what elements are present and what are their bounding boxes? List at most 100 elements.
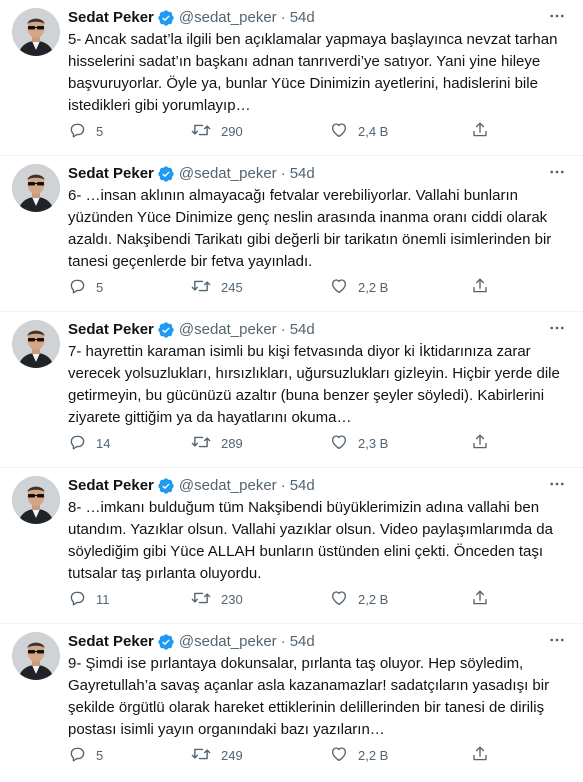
retweet-count: 289 <box>221 435 243 451</box>
tweet-text: 7- hayrettin karaman isimli bu kişi fetv… <box>68 343 560 426</box>
tweet-header: Sedat Peker @sedat_peker · 54d <box>68 8 315 28</box>
author-handle[interactable]: @sedat_peker <box>179 632 277 652</box>
timestamp[interactable]: 54d <box>290 632 315 652</box>
reply-icon <box>68 745 86 766</box>
retweet-button[interactable]: 249 <box>191 744 243 766</box>
reply-button[interactable]: 11 <box>68 588 110 610</box>
share-icon <box>471 433 489 454</box>
verified-badge-icon <box>157 477 175 495</box>
retweet-button[interactable]: 290 <box>191 120 243 142</box>
share-icon <box>471 277 489 298</box>
more-options-icon[interactable] <box>547 474 567 494</box>
timestamp[interactable]: 54d <box>290 164 315 184</box>
tweet-header: Sedat Peker @sedat_peker · 54d <box>68 632 315 652</box>
more-options-icon[interactable] <box>547 162 567 182</box>
like-button[interactable]: 2,4 B <box>330 120 388 142</box>
reply-icon <box>68 121 86 142</box>
tweet-header: Sedat Peker @sedat_peker · 54d <box>68 164 315 184</box>
share-icon <box>471 121 489 142</box>
tweet[interactable]: Sedat Peker @sedat_peker · 54d 6- …insan… <box>0 156 583 312</box>
separator-dot: · <box>280 477 286 494</box>
tweet-actions: 5 249 2,2 B <box>68 744 498 766</box>
tweet-feed: Sedat Peker @sedat_peker · 54d 5- Ancak … <box>0 0 583 780</box>
like-count: 2,2 B <box>358 279 389 295</box>
like-button[interactable]: 2,2 B <box>330 276 388 298</box>
like-icon <box>330 433 348 454</box>
separator-dot: · <box>280 321 286 338</box>
timestamp[interactable]: 54d <box>290 320 315 340</box>
like-icon <box>330 277 348 298</box>
verified-badge-icon <box>157 9 175 27</box>
tweet[interactable]: Sedat Peker @sedat_peker · 54d 7- hayret… <box>0 312 583 468</box>
avatar[interactable] <box>12 164 60 212</box>
verified-badge-icon <box>157 633 175 651</box>
author-handle[interactable]: @sedat_peker <box>179 476 277 496</box>
reply-count: 14 <box>96 435 111 451</box>
separator-dot: · <box>280 633 286 650</box>
like-count: 2,2 B <box>358 591 389 607</box>
tweet-actions: 5 245 2,2 B <box>68 276 498 298</box>
reply-button[interactable]: 5 <box>68 276 103 298</box>
tweet-actions: 11 230 2,2 B <box>68 588 498 610</box>
more-options-icon[interactable] <box>547 6 567 26</box>
retweet-button[interactable]: 289 <box>191 432 243 454</box>
like-count: 2,3 B <box>358 435 389 451</box>
reply-count: 5 <box>96 747 104 763</box>
share-button[interactable] <box>471 744 489 766</box>
author-name[interactable]: Sedat Peker <box>68 164 154 184</box>
separator-dot: · <box>280 9 286 26</box>
tweet[interactable]: Sedat Peker @sedat_peker · 54d 9- Şimdi … <box>0 624 583 780</box>
like-button[interactable]: 2,2 B <box>330 744 388 766</box>
retweet-icon <box>191 121 211 142</box>
retweet-icon <box>191 589 211 610</box>
timestamp[interactable]: 54d <box>290 8 315 28</box>
reply-button[interactable]: 5 <box>68 120 103 142</box>
retweet-count: 245 <box>221 279 243 295</box>
author-name[interactable]: Sedat Peker <box>68 8 154 28</box>
author-handle[interactable]: @sedat_peker <box>179 164 277 184</box>
share-button[interactable] <box>471 120 489 142</box>
share-icon <box>471 589 489 610</box>
avatar[interactable] <box>12 632 60 680</box>
tweet[interactable]: Sedat Peker @sedat_peker · 54d 5- Ancak … <box>0 0 583 156</box>
reply-button[interactable]: 14 <box>68 432 110 454</box>
reply-button[interactable]: 5 <box>68 744 103 766</box>
share-button[interactable] <box>471 432 489 454</box>
tweet-text: 8- …imkanı bulduğum tüm Nakşibendi büyük… <box>68 499 553 582</box>
tweet-header: Sedat Peker @sedat_peker · 54d <box>68 320 315 340</box>
more-options-icon[interactable] <box>547 630 567 650</box>
avatar[interactable] <box>12 8 60 56</box>
more-options-icon[interactable] <box>547 318 567 338</box>
timestamp[interactable]: 54d <box>290 476 315 496</box>
retweet-button[interactable]: 230 <box>191 588 243 610</box>
like-count: 2,4 B <box>358 123 389 139</box>
reply-count: 5 <box>96 279 104 295</box>
tweet[interactable]: Sedat Peker @sedat_peker · 54d 8- …imkan… <box>0 468 583 624</box>
author-handle[interactable]: @sedat_peker <box>179 320 277 340</box>
tweet-actions: 5 290 2,4 B <box>68 120 498 142</box>
author-handle[interactable]: @sedat_peker <box>179 8 277 28</box>
like-icon <box>330 121 348 142</box>
retweet-count: 249 <box>221 747 243 763</box>
separator-dot: · <box>280 165 286 182</box>
retweet-count: 290 <box>221 123 243 139</box>
author-name[interactable]: Sedat Peker <box>68 320 154 340</box>
author-name[interactable]: Sedat Peker <box>68 476 154 496</box>
avatar[interactable] <box>12 476 60 524</box>
avatar[interactable] <box>12 320 60 368</box>
author-name[interactable]: Sedat Peker <box>68 632 154 652</box>
like-button[interactable]: 2,3 B <box>330 432 388 454</box>
verified-badge-icon <box>157 321 175 339</box>
share-button[interactable] <box>471 588 489 610</box>
retweet-icon <box>191 433 211 454</box>
retweet-icon <box>191 745 211 766</box>
like-count: 2,2 B <box>358 747 389 763</box>
retweet-icon <box>191 277 211 298</box>
tweet-actions: 14 289 2,3 B <box>68 432 498 454</box>
verified-badge-icon <box>157 165 175 183</box>
reply-icon <box>68 433 86 454</box>
like-button[interactable]: 2,2 B <box>330 588 388 610</box>
reply-icon <box>68 277 86 298</box>
share-button[interactable] <box>471 276 489 298</box>
retweet-button[interactable]: 245 <box>191 276 243 298</box>
